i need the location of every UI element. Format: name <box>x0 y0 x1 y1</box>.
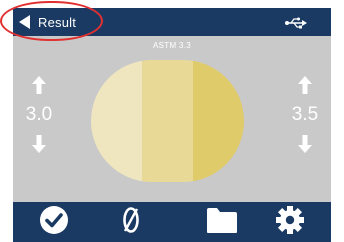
zero-icon <box>121 205 141 240</box>
confirm-button[interactable] <box>37 205 71 240</box>
right-down-arrow-icon[interactable] <box>298 135 312 153</box>
right-value-control: 3.5 <box>287 76 327 166</box>
device-screen: Result ASTM 3.3 3.0 3.5 <box>13 8 331 242</box>
left-down-arrow-icon[interactable] <box>32 135 46 153</box>
color-segment-right <box>193 60 244 182</box>
usb-icon <box>285 16 307 34</box>
back-label: Result <box>38 14 77 30</box>
color-comparison-swatch <box>91 60 244 182</box>
top-bar: Result <box>13 8 331 36</box>
checkmark-icon <box>39 205 69 240</box>
color-segment-left <box>91 60 142 182</box>
zero-button[interactable] <box>114 206 148 238</box>
right-up-arrow-icon[interactable] <box>298 76 312 94</box>
back-triangle-icon <box>19 15 31 29</box>
settings-button[interactable] <box>273 205 307 240</box>
right-value: 3.5 <box>291 104 319 125</box>
left-up-arrow-icon[interactable] <box>32 76 46 94</box>
left-value-control: 3.0 <box>21 76 61 166</box>
scale-label: ASTM 3.3 <box>153 41 191 50</box>
back-button[interactable]: Result <box>19 11 76 33</box>
left-value: 3.0 <box>25 104 53 125</box>
folder-button[interactable] <box>205 206 239 238</box>
bottom-toolbar <box>13 202 331 242</box>
color-segment-center <box>142 60 193 182</box>
folder-icon <box>206 206 238 239</box>
gear-icon <box>275 205 305 240</box>
